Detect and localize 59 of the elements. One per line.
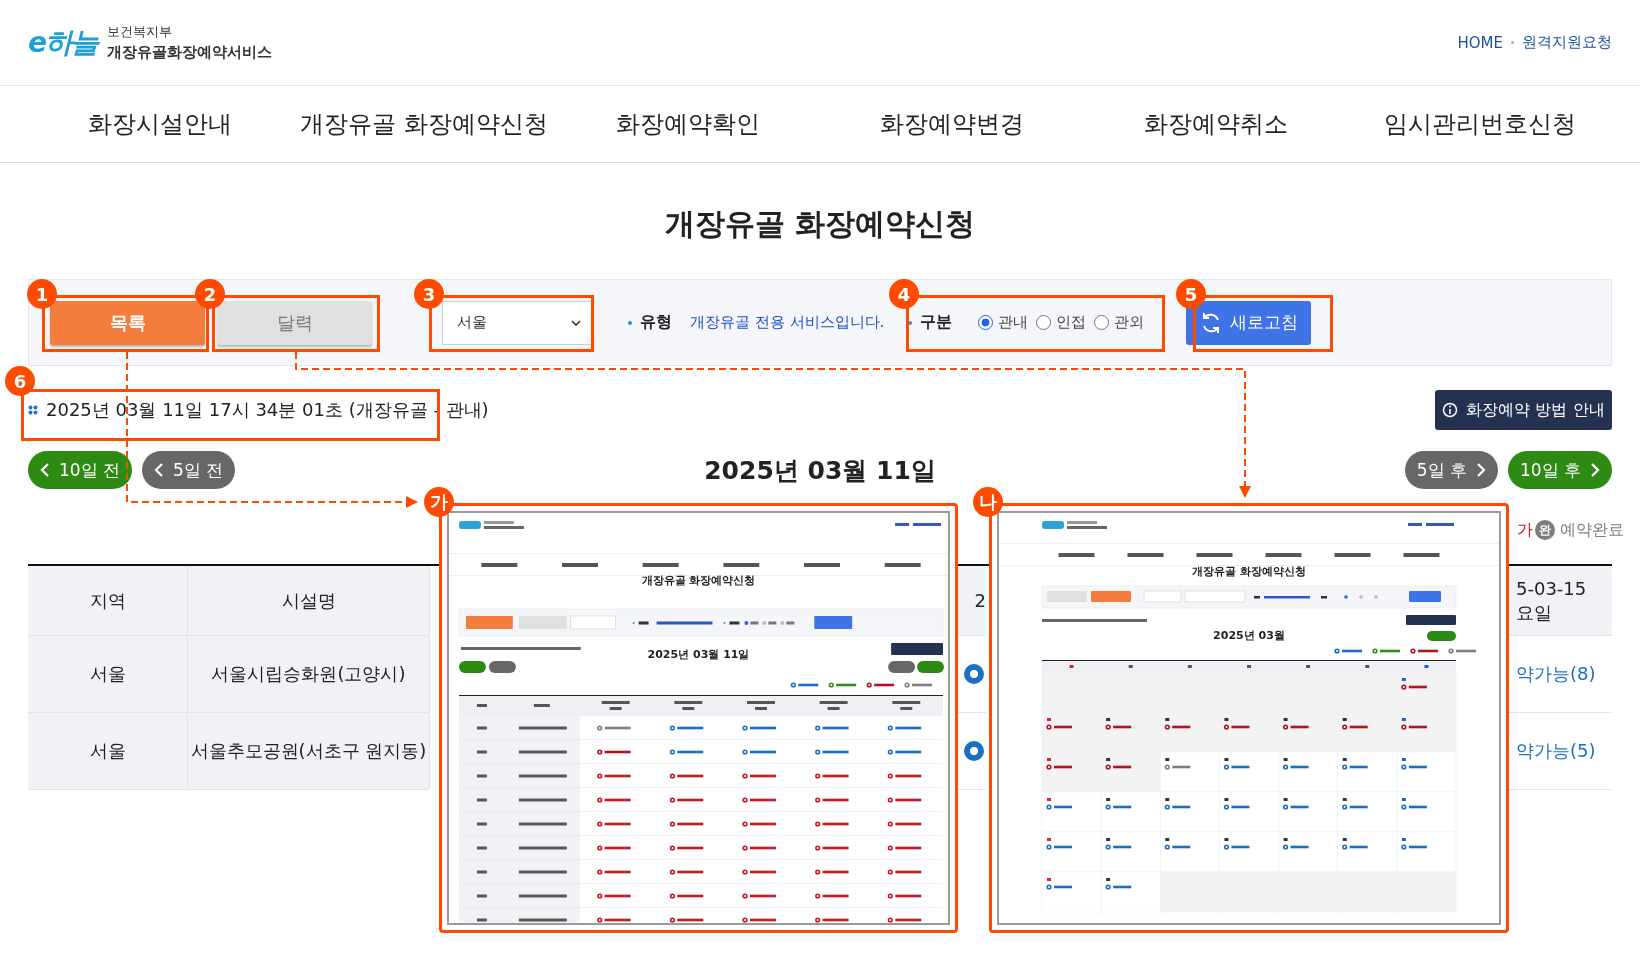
column-header: 5-03-15 요일 xyxy=(1508,566,1612,636)
radio-button[interactable] xyxy=(978,315,994,330)
page-title: 개장유골 화장예약신청 xyxy=(663,205,977,243)
radio-label: 관외 xyxy=(1114,313,1145,332)
chevron-right-icon xyxy=(1590,462,1600,478)
nav-menu-item[interactable]: 화장예약확인 xyxy=(556,108,820,140)
column-header: 지역 xyxy=(28,566,188,636)
service-name: 개장유골화장예약서비스 xyxy=(107,43,272,62)
legend-label: 예약완료 xyxy=(1560,519,1624,541)
radio-button[interactable] xyxy=(1036,315,1052,330)
nav-menu-item[interactable]: 화장예약취소 xyxy=(1084,108,1348,140)
status-icon xyxy=(964,741,984,761)
date-nav-button[interactable]: 5일 후 xyxy=(1404,451,1498,489)
header-link[interactable]: 원격지원요청 xyxy=(1522,33,1612,52)
ministry-name: 보건복지부 xyxy=(107,23,173,41)
screenshot-heading: 2025년 03월 11일 xyxy=(647,648,750,662)
radio-label: 관내 xyxy=(998,313,1029,332)
bullet-icon xyxy=(628,320,632,325)
type-description: 개장유골 전용 서비스입니다. xyxy=(690,313,885,332)
info-icon xyxy=(1442,402,1459,418)
select-field[interactable]: 서울 xyxy=(442,300,592,345)
radio-button[interactable] xyxy=(1094,315,1110,330)
table-cell: 서울 xyxy=(28,713,188,790)
callout-badge: 6 xyxy=(5,366,35,396)
chevron-right-icon xyxy=(1475,462,1486,478)
current-date: 2025년 03월 11일 xyxy=(704,454,936,487)
filter-label: 구분 xyxy=(920,312,953,333)
nav-menu-item[interactable]: 임시관리번호신청 xyxy=(1348,108,1612,140)
chevron-left-icon xyxy=(40,462,50,478)
header-link[interactable]: HOME xyxy=(1457,33,1503,52)
nav-menu-item[interactable]: 화장시설안내 xyxy=(28,108,292,140)
screenshot-title: 개장유골 화장예약신청 xyxy=(641,574,756,588)
chevron-left-icon xyxy=(154,462,165,478)
table-cell: 서울추모공원(서초구 원지동) xyxy=(188,713,430,790)
date-nav-button[interactable]: 10일 전 xyxy=(28,451,133,489)
date-nav-button[interactable]: 10일 후 xyxy=(1507,451,1612,489)
table-cell: 서울 xyxy=(28,636,188,713)
screenshot-title: 개장유골 화장예약신청 xyxy=(1192,565,1306,579)
bullet-icon xyxy=(908,320,913,325)
caret-icon xyxy=(571,319,581,326)
callout-badge: 나 xyxy=(973,487,1003,517)
status-link[interactable]: 약가능(5) xyxy=(1516,739,1596,763)
callout-badge: 가 xyxy=(424,487,454,517)
nav-menu-item[interactable]: 화장예약변경 xyxy=(820,108,1084,140)
legend-label: 가 xyxy=(1517,519,1533,541)
column-header: 2 xyxy=(958,566,986,636)
status-icon: 완 xyxy=(1535,520,1555,540)
status-link[interactable]: 약가능(8) xyxy=(1516,662,1596,686)
nav-menu-item[interactable]: 개장유골 화장예약신청 xyxy=(292,108,556,140)
guide-button[interactable]: 화장예약 방법 안내 xyxy=(1435,390,1612,430)
dots-icon xyxy=(28,405,38,415)
radio-label: 인접 xyxy=(1056,313,1087,332)
column-header: 시설명 xyxy=(188,566,430,636)
filter-label: 유형 xyxy=(640,312,672,333)
date-nav-button[interactable]: 5일 전 xyxy=(142,451,236,489)
refresh-button[interactable]: 새로고침 xyxy=(1186,300,1311,345)
screenshot-heading: 2025년 03월 xyxy=(1213,629,1285,643)
status-icon xyxy=(964,664,984,684)
table-cell: 서울시립승화원(고양시) xyxy=(188,636,430,713)
